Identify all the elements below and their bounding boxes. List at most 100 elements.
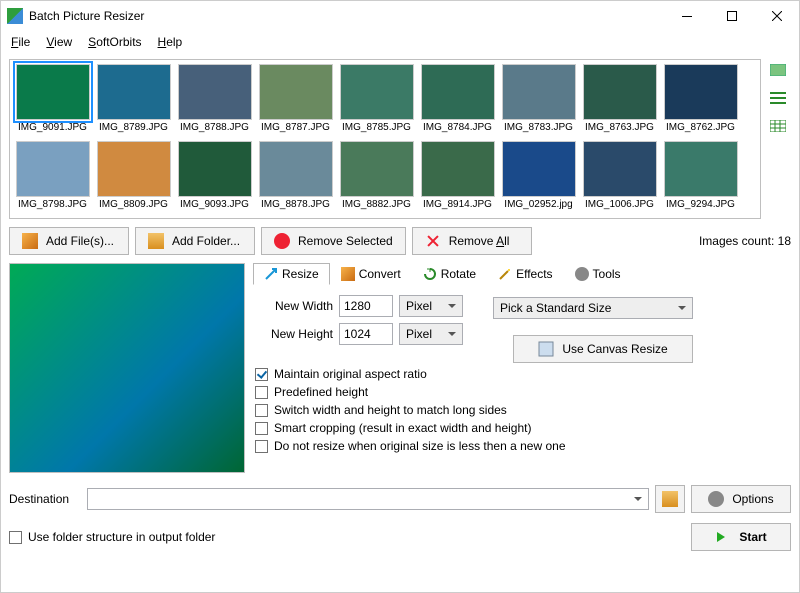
new-height-input[interactable] [339,323,393,345]
thumbnail-caption: IMG_8787.JPG [261,122,330,133]
thumbnail-caption: IMG_8784.JPG [423,122,492,133]
menu-view[interactable]: View [38,33,80,51]
destination-combo[interactable] [87,488,649,510]
tab-rotate[interactable]: Rotate [412,263,487,285]
add-folder-label: Add Folder... [172,234,240,248]
thumbnail-item[interactable]: IMG_1006.JPG [581,141,658,214]
convert-icon [341,267,355,281]
thumbnail-item[interactable]: IMG_8878.JPG [257,141,334,214]
thumbnail-image [502,141,576,197]
thumbnail-caption: IMG_8763.JPG [585,122,654,133]
tab-effects[interactable]: Effects [487,263,563,285]
no-upscale-checkbox[interactable]: Do not resize when original size is less… [255,439,789,453]
thumbnail-item[interactable]: IMG_8784.JPG [419,64,496,137]
thumbnail-item[interactable]: IMG_8798.JPG [14,141,91,214]
thumbnail-item[interactable]: IMG_9093.JPG [176,141,253,214]
view-mode-toolbar [767,59,791,219]
new-width-input[interactable] [339,295,393,317]
standard-size-select[interactable]: Pick a Standard Size [493,297,693,319]
thumbnail-image [97,141,171,197]
smart-cropping-checkbox[interactable]: Smart cropping (result in exact width an… [255,421,789,435]
thumbnail-caption: IMG_8798.JPG [18,199,87,210]
new-height-label: New Height [255,327,333,341]
thumbnail-item[interactable]: IMG_02952.jpg [500,141,577,214]
browse-destination-button[interactable] [655,485,685,513]
thumbnail-item[interactable]: IMG_8788.JPG [176,64,253,137]
thumbnail-item[interactable]: IMG_8783.JPG [500,64,577,137]
minimize-button[interactable] [664,1,709,31]
thumbnail-item[interactable]: IMG_8787.JPG [257,64,334,137]
options-button[interactable]: Options [691,485,791,513]
tab-resize[interactable]: Resize [253,263,330,285]
remove-icon [274,233,290,249]
thumbnail-item[interactable]: IMG_8763.JPG [581,64,658,137]
thumbnail-item[interactable]: IMG_8882.JPG [338,141,415,214]
thumbnail-caption: IMG_9091.JPG [18,122,87,133]
thumbnail-caption: IMG_9093.JPG [180,199,249,210]
remove-selected-label: Remove Selected [298,234,393,248]
thumbnail-item[interactable]: IMG_8914.JPG [419,141,496,214]
thumbnail-caption: IMG_8914.JPG [423,199,492,210]
remove-selected-button[interactable]: Remove Selected [261,227,406,255]
thumbnail-gallery[interactable]: IMG_9091.JPGIMG_8789.JPGIMG_8788.JPGIMG_… [9,59,761,219]
thumbnail-caption: IMG_9294.JPG [666,199,735,210]
start-button[interactable]: Start [691,523,791,551]
add-files-button[interactable]: Add File(s)... [9,227,129,255]
use-folder-structure-checkbox[interactable]: Use folder structure in output folder [9,530,215,544]
switch-sides-checkbox[interactable]: Switch width and height to match long si… [255,403,789,417]
maintain-aspect-checkbox[interactable]: Maintain original aspect ratio [255,367,789,381]
thumbnail-caption: IMG_8762.JPG [666,122,735,133]
tab-bar: Resize Convert Rotate Effects Tools [253,263,791,285]
thumbnail-image [178,64,252,120]
remove-all-button[interactable]: Remove All [412,227,532,255]
menu-help[interactable]: Help [150,33,191,51]
thumbnail-image [421,64,495,120]
view-details-icon[interactable] [767,117,789,135]
tab-tools[interactable]: Tools [564,263,632,285]
thumbnail-item[interactable]: IMG_8785.JPG [338,64,415,137]
thumbnail-image [583,64,657,120]
thumbnail-caption: IMG_1006.JPG [585,199,654,210]
menu-file[interactable]: File [3,33,38,51]
add-files-label: Add File(s)... [46,234,114,248]
thumbnail-image [259,64,333,120]
thumbnail-item[interactable]: IMG_8789.JPG [95,64,172,137]
menu-bar: File View SoftOrbits Help [1,31,799,53]
menu-softorbits[interactable]: SoftOrbits [80,33,149,51]
thumbnail-item[interactable]: IMG_9091.JPG [14,64,91,137]
folder-icon [148,233,164,249]
thumbnail-image [502,64,576,120]
title-bar: Batch Picture Resizer [1,1,799,31]
use-canvas-resize-button[interactable]: Use Canvas Resize [513,335,693,363]
bottom-row: Use folder structure in output folder St… [9,523,791,551]
thumbnail-image [16,141,90,197]
maximize-button[interactable] [709,1,754,31]
view-list-icon[interactable] [767,89,789,107]
thumbnail-image [664,64,738,120]
play-icon [715,529,731,545]
thumbnail-caption: IMG_8809.JPG [99,199,168,210]
thumbnail-item[interactable]: IMG_9294.JPG [662,141,739,214]
width-unit-select[interactable]: Pixel [399,295,463,317]
resize-form: New Width Pixel New Height Pixel Pick a … [253,291,791,461]
app-icon [7,8,23,24]
resize-icon [264,267,278,281]
window-title: Batch Picture Resizer [29,9,664,23]
predefined-height-checkbox[interactable]: Predefined height [255,385,789,399]
preview-image [9,263,245,473]
view-thumbnails-icon[interactable] [767,61,789,79]
thumbnail-item[interactable]: IMG_8762.JPG [662,64,739,137]
folder-open-icon [662,491,678,507]
close-button[interactable] [754,1,799,31]
destination-label: Destination [9,492,81,506]
tab-convert[interactable]: Convert [330,263,412,285]
rotate-icon [423,267,437,281]
height-unit-select[interactable]: Pixel [399,323,463,345]
thumbnail-image [664,141,738,197]
thumbnail-caption: IMG_02952.jpg [504,199,572,210]
thumbnail-image [259,141,333,197]
add-folder-button[interactable]: Add Folder... [135,227,255,255]
thumbnail-item[interactable]: IMG_8809.JPG [95,141,172,214]
action-toolbar: Add File(s)... Add Folder... Remove Sele… [9,227,791,255]
effects-icon [498,267,512,281]
